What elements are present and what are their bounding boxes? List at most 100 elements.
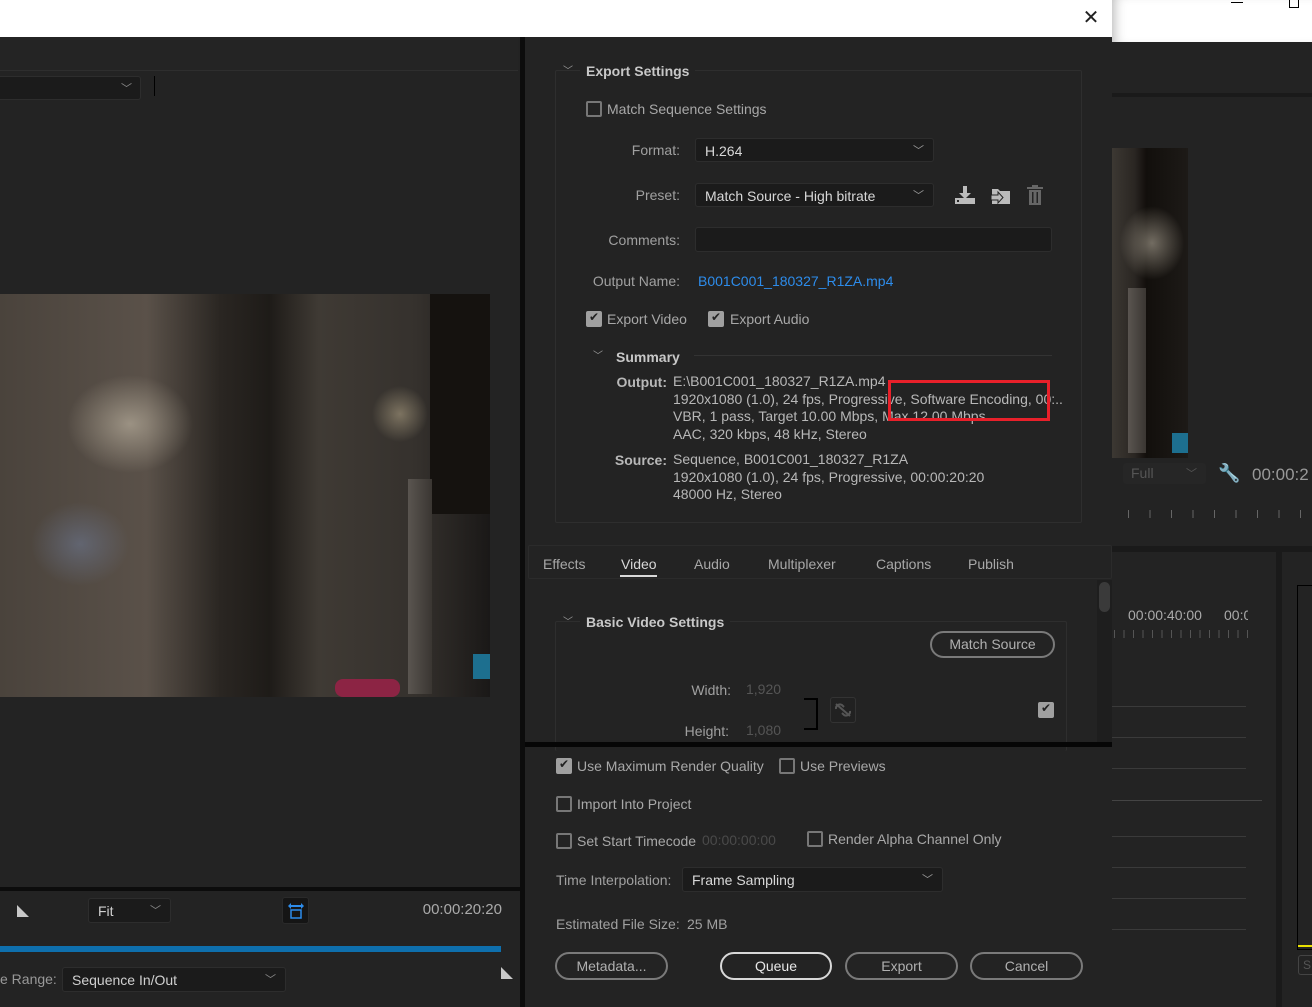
close-icon[interactable]: ✕	[1078, 6, 1104, 30]
summary-divider	[694, 355, 1052, 356]
comments-input[interactable]	[695, 227, 1052, 252]
playback-quality-dropdown[interactable]: Full ﹀	[1123, 463, 1206, 484]
import-into-project-label: Import Into Project	[577, 796, 692, 812]
panel-divider	[1112, 93, 1312, 97]
match-sequence-label: Match Sequence Settings	[607, 101, 767, 117]
unlink-icon	[834, 703, 852, 717]
audio-meter	[1297, 585, 1312, 950]
export-audio-checkbox[interactable]	[708, 310, 724, 327]
fit-frame-icon	[288, 903, 304, 919]
program-video-preview	[1112, 148, 1188, 458]
timeline-track-divider	[1112, 929, 1246, 930]
panel-divider	[0, 887, 520, 891]
metadata-button[interactable]: Metadata...	[555, 952, 668, 980]
start-timecode-value[interactable]: 00:00:00:00	[702, 832, 776, 848]
preview-teal-shape	[473, 654, 490, 679]
summary-chevron-icon[interactable]: ﹀	[593, 347, 603, 362]
render-alpha-label: Render Alpha Channel Only	[828, 831, 1002, 847]
save-preset-icon[interactable]	[954, 185, 976, 208]
tab-publish[interactable]: Publish	[968, 556, 1014, 572]
panel-divider	[525, 742, 1112, 747]
set-start-timecode-label: Set Start Timecode	[577, 833, 697, 849]
summary-source-line: 48000 Hz, Stereo	[673, 486, 782, 502]
tab-audio[interactable]: Audio	[694, 556, 730, 572]
export-video-checkbox[interactable]	[586, 310, 602, 327]
summary-title: Summary	[616, 349, 680, 365]
dimension-override-checkbox[interactable]	[1038, 701, 1054, 718]
export-button[interactable]: Export	[845, 952, 958, 980]
playback-quality-value: Full	[1131, 465, 1154, 481]
out-point-marker-icon[interactable]	[501, 955, 513, 979]
source-range-bar[interactable]	[0, 946, 501, 952]
import-into-project-checkbox[interactable]	[556, 796, 572, 812]
source-scaling-dropdown[interactable]: ﹀	[0, 76, 141, 100]
height-label: Height:	[684, 723, 729, 739]
set-start-timecode-checkbox[interactable]	[556, 833, 572, 849]
settings-scrollbar-thumb[interactable]	[1099, 582, 1110, 612]
match-sequence-checkbox[interactable]	[586, 101, 602, 117]
source-range-dropdown[interactable]: Sequence In/Out ﹀	[62, 967, 286, 992]
format-label: Format:	[631, 142, 680, 158]
summary-source-details: Sequence, B001C001_180327_R1ZA 1920x1080…	[673, 451, 984, 504]
wrench-icon[interactable]: 🔧	[1218, 463, 1240, 484]
width-value[interactable]: 1,920	[746, 681, 781, 697]
solo-button[interactable]: S	[1298, 955, 1312, 975]
timeline-ruler-timecode: 00:00:40:00	[1128, 607, 1202, 623]
source-range-value: Sequence In/Out	[72, 972, 178, 988]
summary-source-line: 1920x1080 (1.0), 24 fps, Progressive, 00…	[673, 468, 985, 485]
timeline-track-divider	[1112, 898, 1246, 899]
match-source-button[interactable]: Match Source	[930, 631, 1055, 658]
tab-effects[interactable]: Effects	[543, 556, 586, 572]
collapse-chevron-icon[interactable]: ﹀	[563, 62, 573, 77]
aspect-ratio-toggle-button[interactable]	[282, 897, 309, 924]
background-window-title-bar	[1112, 0, 1312, 42]
source-video-preview	[0, 294, 490, 697]
annotation-highlight-box	[888, 380, 1050, 421]
timeline-ruler-timecode: 00:00	[1224, 607, 1248, 623]
chevron-down-icon: ﹀	[922, 874, 933, 886]
source-tabs-strip	[0, 37, 518, 71]
summary-source-line: Sequence, B001C001_180327_R1ZA	[673, 451, 909, 467]
export-video-label: Export Video	[607, 311, 687, 327]
chevron-down-icon: ﹀	[121, 83, 132, 95]
max-render-quality-checkbox[interactable]	[556, 757, 572, 774]
zoom-fit-value: Fit	[98, 903, 114, 919]
time-interpolation-label: Time Interpolation:	[556, 872, 672, 888]
summary-output-label: Output:	[616, 374, 667, 390]
delete-preset-icon[interactable]	[1026, 184, 1044, 209]
estimated-size-label: Estimated File Size:	[556, 916, 680, 932]
height-value[interactable]: 1,080	[746, 722, 781, 738]
time-interpolation-value: Frame Sampling	[692, 872, 795, 888]
dimension-link-bracket	[804, 698, 818, 730]
restore-icon[interactable]	[1289, 0, 1299, 8]
preview-lamp-shape	[408, 479, 432, 694]
preview-teal-shape	[1172, 433, 1188, 453]
preview-lamp-shape	[1128, 288, 1146, 453]
chevron-down-icon: ﹀	[265, 974, 276, 986]
zoom-fit-dropdown[interactable]: Fit ﹀	[88, 898, 171, 923]
minimize-icon[interactable]	[1231, 0, 1243, 3]
tab-captions[interactable]: Captions	[876, 556, 931, 572]
preset-dropdown[interactable]: Match Source - High bitrate ﹀	[695, 183, 934, 207]
import-preset-icon[interactable]	[990, 185, 1012, 210]
preset-value: Match Source - High bitrate	[705, 188, 876, 204]
collapse-chevron-icon[interactable]: ﹀	[563, 613, 573, 628]
cancel-button[interactable]: Cancel	[970, 952, 1083, 980]
preview-light-shape	[1117, 203, 1187, 283]
timeline-track-divider	[1112, 706, 1246, 707]
format-dropdown[interactable]: H.264 ﹀	[695, 138, 934, 162]
use-previews-checkbox[interactable]	[779, 758, 795, 774]
preset-label: Preset:	[635, 187, 680, 203]
render-alpha-checkbox[interactable]	[807, 831, 823, 847]
output-name-link[interactable]: B001C001_180327_R1ZA.mp4	[698, 273, 893, 289]
estimated-size-value: 25 MB	[687, 916, 728, 932]
comments-label: Comments:	[608, 232, 680, 248]
tab-video[interactable]: Video	[621, 556, 657, 572]
constrain-proportions-button[interactable]	[830, 697, 856, 723]
tab-multiplexer[interactable]: Multiplexer	[768, 556, 836, 572]
queue-button[interactable]: Queue	[720, 952, 832, 980]
time-interpolation-dropdown[interactable]: Frame Sampling ﹀	[682, 867, 943, 892]
output-name-label: Output Name:	[592, 273, 680, 289]
in-point-marker-icon[interactable]	[17, 905, 29, 917]
source-range-label: e Range:	[0, 971, 57, 987]
